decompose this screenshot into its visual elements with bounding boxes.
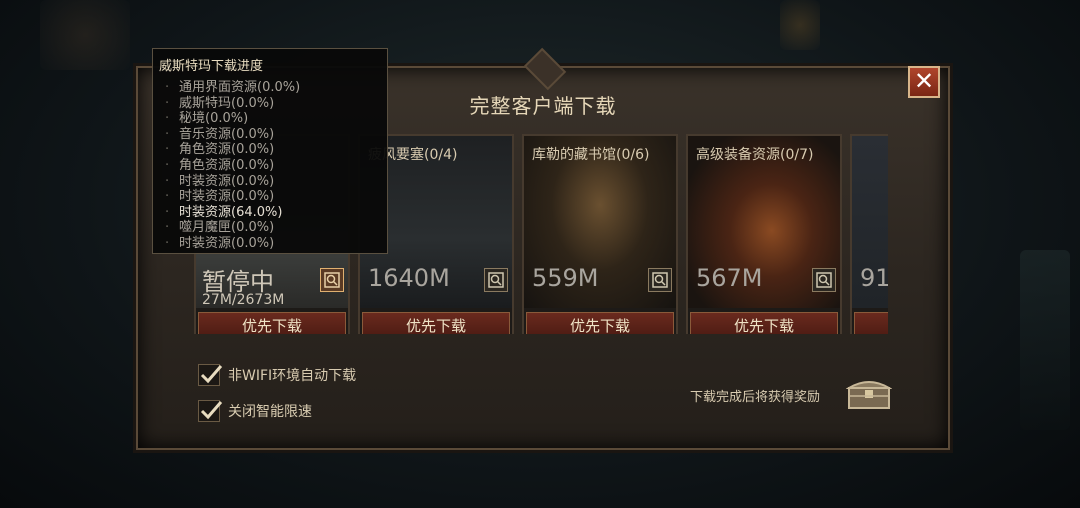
magnify-icon[interactable]: [648, 268, 672, 292]
list-item: · 角色资源(0.0%): [165, 157, 275, 173]
package-size: 559M: [532, 264, 599, 292]
priority-download-button[interactable]: [854, 312, 888, 334]
list-item: · 通用界面资源(0.0%): [165, 80, 301, 95]
package-size: 91: [860, 264, 888, 292]
auto-download-option[interactable]: 非WIFI环境自动下载: [198, 364, 356, 386]
smart-limit-option[interactable]: 关闭智能限速: [198, 400, 312, 422]
list-item: · 时装资源(0.0%): [165, 235, 275, 251]
magnify-icon[interactable]: [320, 268, 344, 292]
treasure-chest-icon[interactable]: [845, 376, 893, 414]
priority-download-button[interactable]: 优先下载: [526, 312, 674, 334]
magnify-icon[interactable]: [484, 268, 508, 292]
list-item: · 时装资源(64.0%): [165, 204, 283, 220]
list-item: · 角色资源(0.0%): [165, 142, 275, 158]
download-progress: 27M/2673M: [202, 292, 285, 308]
smart-limit-label: 关闭智能限速: [228, 404, 312, 420]
priority-download-button[interactable]: 优先下载: [362, 312, 510, 334]
list-item: · 威斯特玛(0.0%): [165, 95, 275, 111]
card-name: 高级装备资源(0/7): [696, 147, 814, 163]
background-glow: [1020, 250, 1070, 430]
priority-download-button[interactable]: 优先下载: [690, 312, 838, 334]
package-card[interactable]: 库勒的藏书馆(0/6) 559M 优先下载: [522, 134, 678, 334]
background-glow: [780, 0, 820, 50]
package-size: 1640M: [368, 264, 450, 292]
list-item: · 音乐资源(0.0%): [165, 126, 275, 142]
tooltip-title: 威斯特玛下载进度: [159, 59, 264, 74]
reward-text: 下载完成后将获得奖励: [690, 390, 821, 405]
smart-limit-checkbox[interactable]: [198, 400, 223, 422]
package-card[interactable]: 高级装备资源(0/7) 567M 优先下载: [686, 134, 842, 334]
download-progress-tooltip: 威斯特玛下载进度 · 通用界面资源(0.0%) · 威斯特玛(0.0%) · 秘境(0…: [152, 48, 388, 254]
list-item: · 时装资源(0.0%): [165, 189, 275, 205]
background-portrait: [40, 0, 130, 70]
list-item: · 噬月魔匣(0.0%): [165, 220, 275, 236]
card-name: 库勒的藏书馆(0/6): [532, 147, 650, 163]
title-ornament: [523, 47, 567, 91]
package-card[interactable]: 91: [850, 134, 888, 334]
list-item: · 时装资源(0.0%): [165, 173, 275, 189]
close-button[interactable]: ✕: [908, 66, 940, 98]
auto-download-checkbox[interactable]: [198, 364, 223, 386]
list-item: · 秘境(0.0%): [165, 111, 249, 127]
priority-download-button[interactable]: 优先下载: [198, 312, 346, 334]
tooltip-resource-list: · 通用界面资源(0.0%) · 威斯特玛(0.0%) · 秘境(0.0%) · 音乐资…: [165, 80, 300, 252]
auto-download-label: 非WIFI环境自动下载: [228, 368, 357, 384]
magnify-icon[interactable]: [812, 268, 836, 292]
package-size: 567M: [696, 264, 763, 292]
